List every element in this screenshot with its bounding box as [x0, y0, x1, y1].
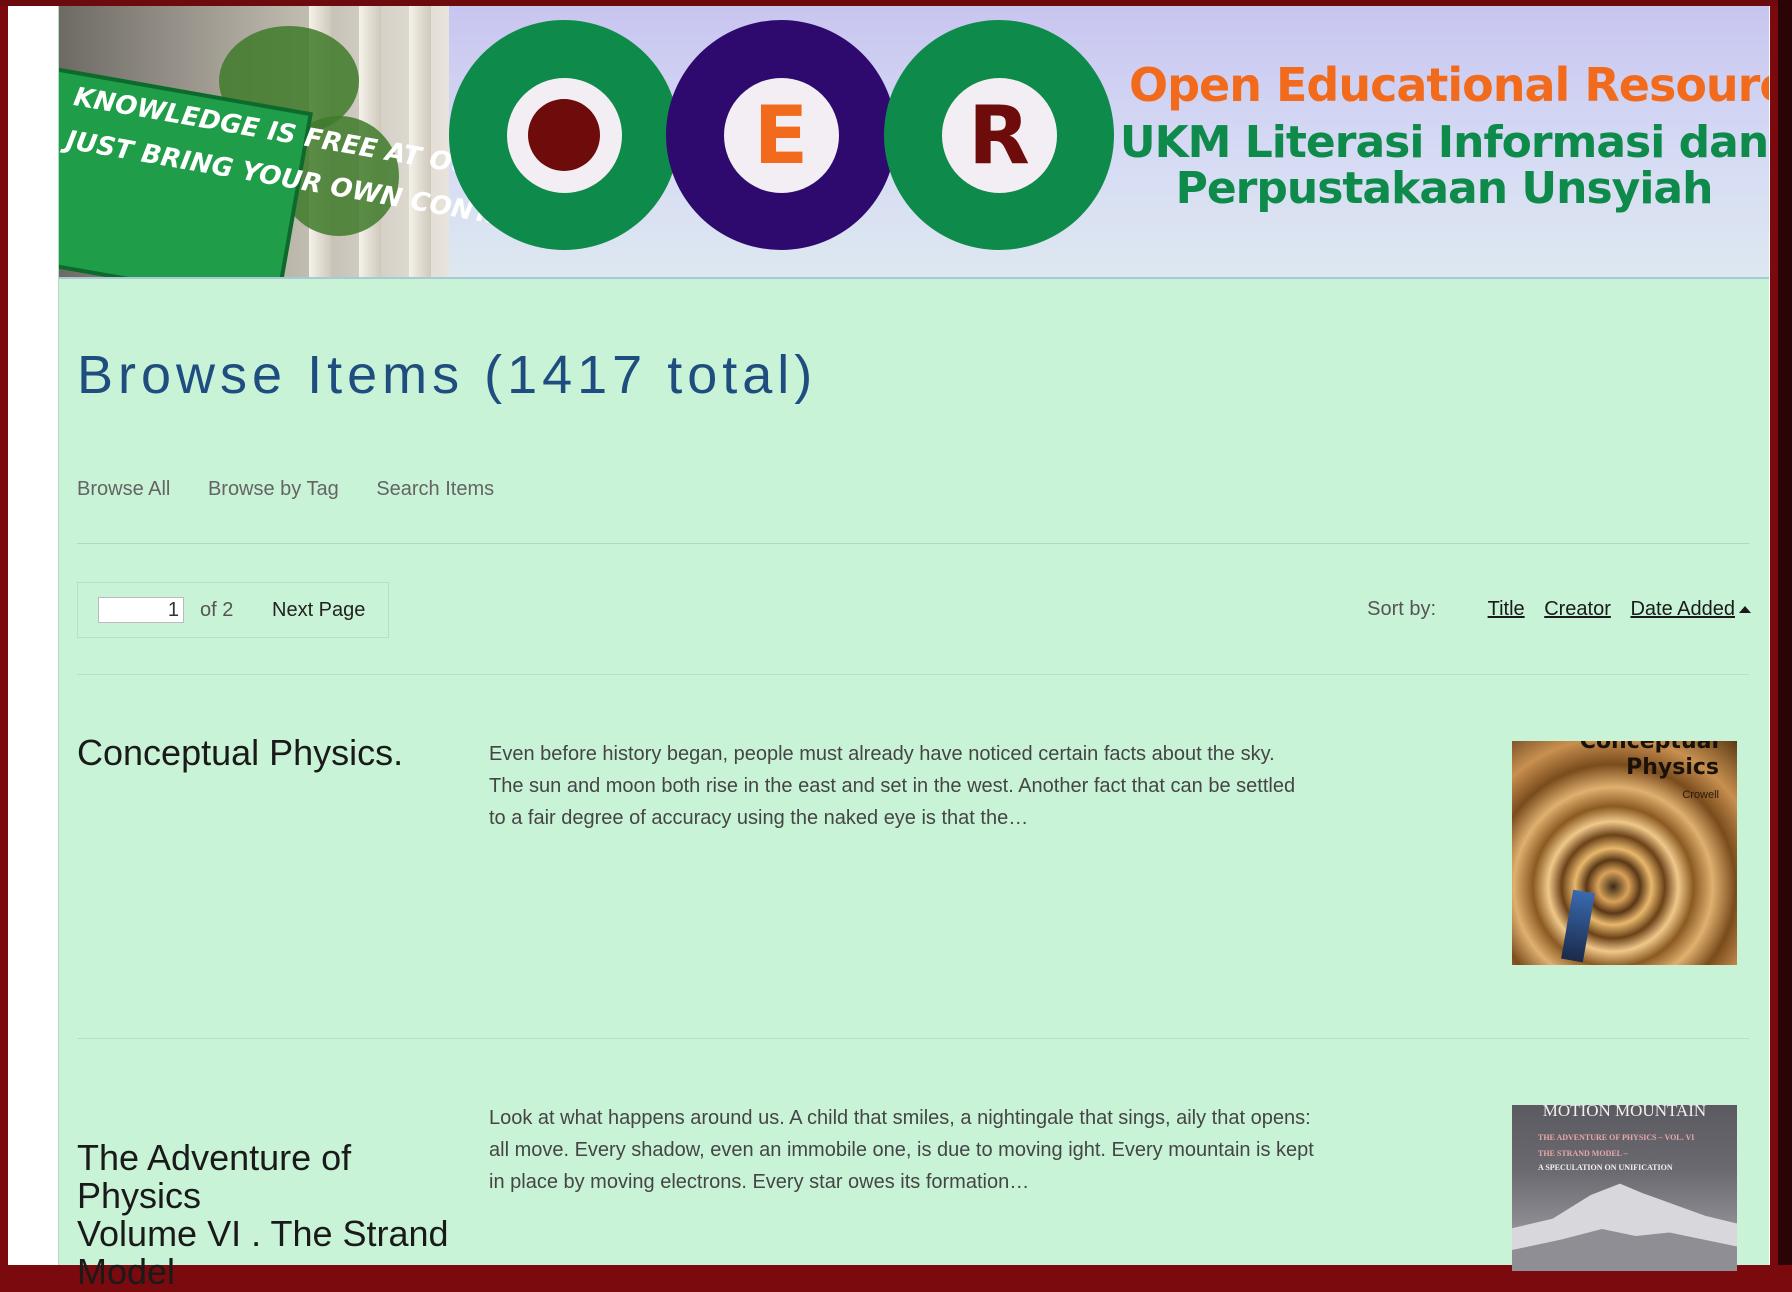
item-description: Look at what happens around us. A child … — [489, 1107, 1314, 1193]
divider — [77, 674, 1749, 675]
page-count-label: of 2 — [200, 599, 234, 621]
sort-label: Sort by: — [1367, 598, 1437, 620]
banner-subtitle: UKM Literasi Informasi dan Perpustakaan … — [1119, 120, 1769, 212]
window-frame-right — [1778, 0, 1792, 1265]
divider — [77, 1038, 1749, 1039]
pagination: of 2 Next Page — [77, 582, 389, 638]
water-drop-graphic — [1561, 889, 1595, 963]
cover-title: Physics — [1626, 755, 1719, 780]
item-title-line: The Adventure of — [77, 1137, 352, 1178]
sort-by-date-added-link[interactable]: Date Added — [1630, 598, 1751, 620]
page-number-input[interactable] — [98, 597, 184, 623]
cover-author: Crowell — [1682, 789, 1719, 801]
item-title-line: Physics — [77, 1175, 202, 1216]
main-content: KNOWLEDGE IS FREE AT OUR LIBRARY JUST BR… — [58, 6, 1769, 1291]
page: KNOWLEDGE IS FREE AT OUR LIBRARY JUST BR… — [8, 6, 1770, 1291]
banner-subtitle-line-2: Perpustakaan Unsyiah — [1175, 163, 1714, 214]
cover-title-top: Conceptual — [1579, 741, 1719, 754]
logo-circle-r: R — [884, 20, 1114, 250]
logo-letter-r: R — [941, 77, 1057, 193]
item-cover-thumbnail[interactable]: MOTION MOUNTAIN THE ADVENTURE OF PHYSICS… — [1512, 1105, 1737, 1271]
sort-links: Sort by: Title Creator Date Added — [1367, 598, 1751, 621]
item-title-line: Model — [77, 1251, 176, 1292]
banner-subtitle-line-1: UKM Literasi Informasi dan — [1119, 117, 1769, 168]
cover-line: THE ADVENTURE OF PHYSICS – VOL. VI — [1538, 1133, 1695, 1142]
browse-subnav: Browse All Browse by Tag Search Items — [77, 478, 526, 501]
page-title: Browse Items (1417 total) — [77, 345, 818, 405]
item-cover-thumbnail[interactable]: Conceptual Physics Crowell — [1512, 741, 1737, 965]
cover-line: A SPECULATION ON UNIFICATION — [1538, 1163, 1673, 1172]
item-description: Even before history began, people must a… — [489, 743, 1296, 829]
logo-dot — [528, 99, 600, 171]
subnav-search-items[interactable]: Search Items — [376, 478, 494, 500]
subnav-browse-all[interactable]: Browse All — [77, 478, 170, 500]
item-title-line: Volume VI . The Strand — [77, 1213, 449, 1254]
logo-o-inner — [506, 77, 622, 193]
next-page-link[interactable]: Next Page — [272, 599, 365, 622]
logo-circle-e: E — [666, 20, 896, 250]
sort-by-creator-link[interactable]: Creator — [1544, 598, 1611, 620]
cover-line: THE STRAND MODEL – — [1538, 1149, 1628, 1158]
banner-title: Open Educational Resources — [1129, 58, 1769, 112]
logo-letter-e: E — [723, 77, 839, 193]
logo-circle-o — [449, 20, 679, 250]
divider — [77, 543, 1749, 544]
sort-by-title-link[interactable]: Title — [1488, 598, 1525, 620]
subnav-browse-by-tag[interactable]: Browse by Tag — [208, 478, 339, 500]
site-banner[interactable]: KNOWLEDGE IS FREE AT OUR LIBRARY JUST BR… — [59, 6, 1769, 279]
sort-date-label: Date Added — [1630, 598, 1735, 620]
item-title-link[interactable]: The Adventure of Physics Volume VI . The… — [77, 1139, 457, 1291]
library-photo: KNOWLEDGE IS FREE AT OUR LIBRARY JUST BR… — [59, 6, 624, 277]
sort-ascending-icon — [1739, 606, 1751, 613]
cover-header: MOTION MOUNTAIN — [1542, 1105, 1707, 1120]
item-title-link[interactable]: Conceptual Physics. — [77, 734, 457, 772]
